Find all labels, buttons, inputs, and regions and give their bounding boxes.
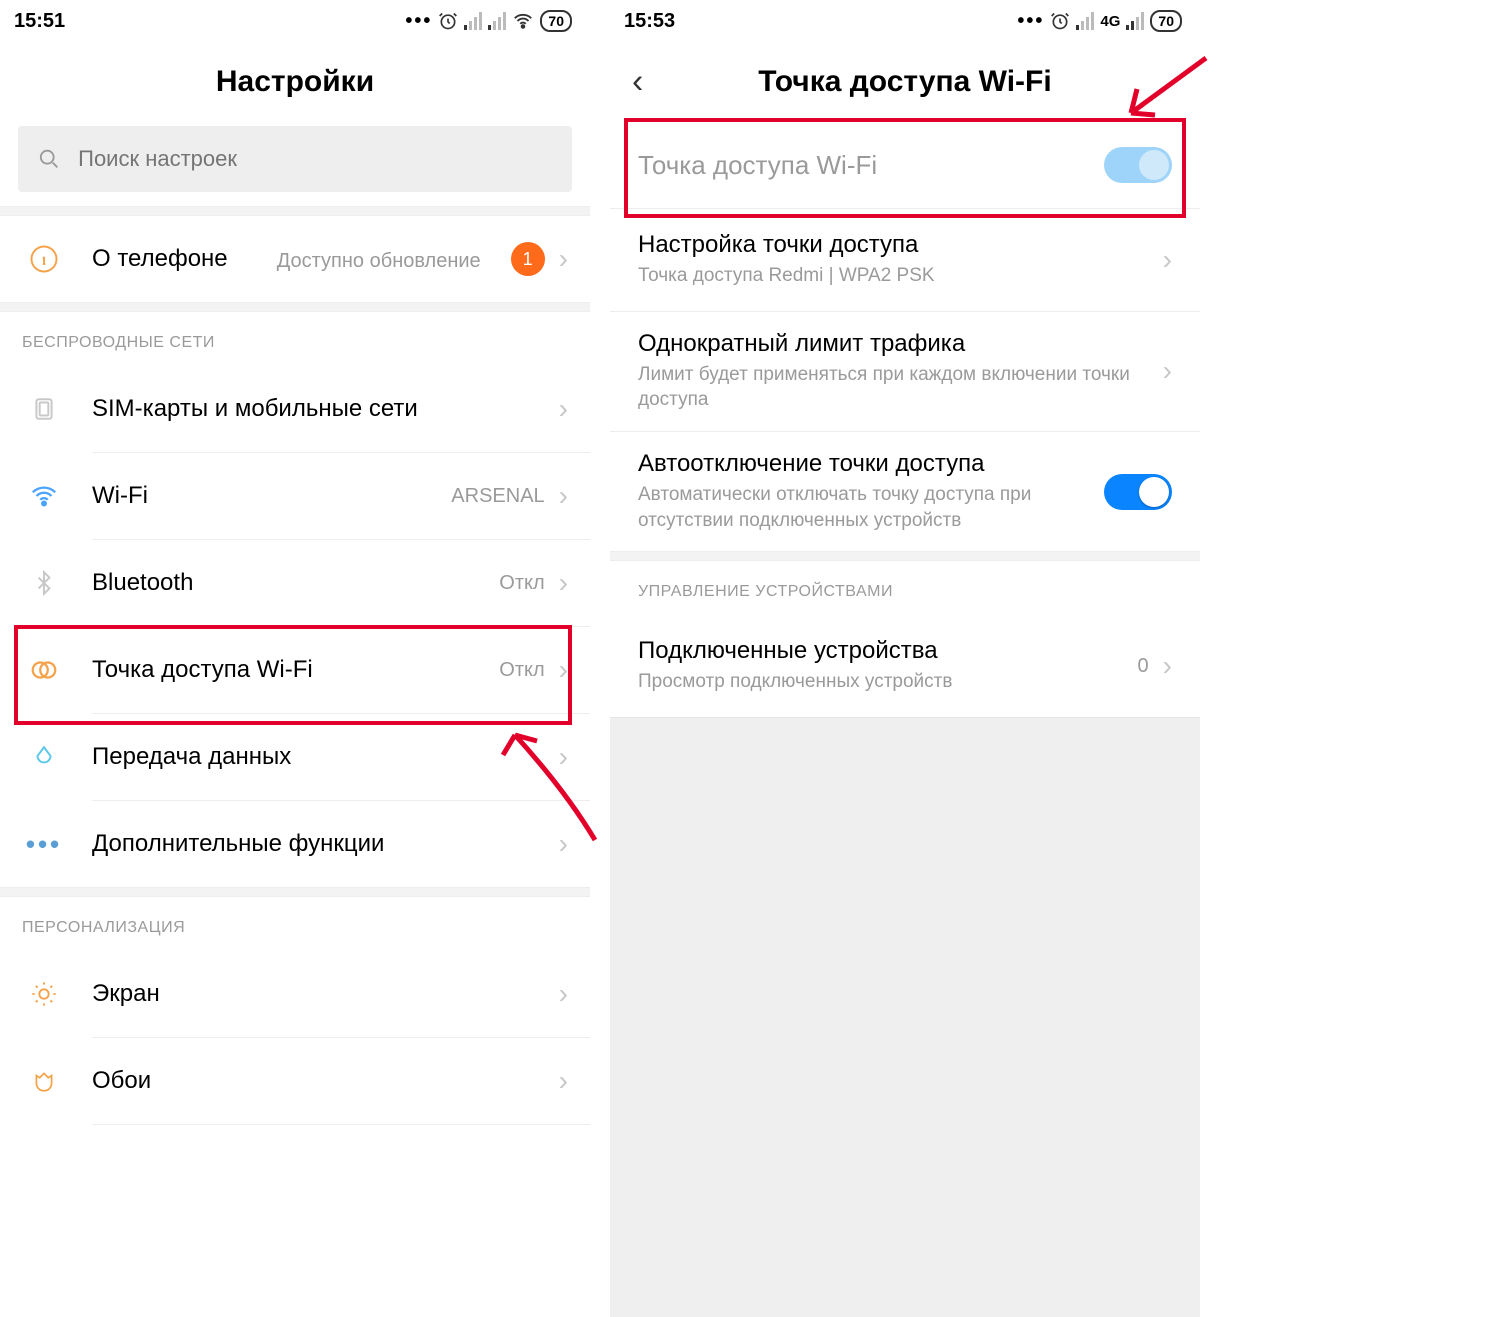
back-button[interactable]: ‹ (632, 63, 643, 102)
row-sub: Автоматически отключать точку доступа пр… (638, 482, 1092, 533)
chevron-right-icon: › (559, 978, 568, 1010)
row-sub: Лимит будет применяться при каждом включ… (638, 362, 1163, 413)
search-input[interactable] (78, 146, 552, 172)
bluetooth-row[interactable]: Bluetooth Откл › (0, 540, 590, 626)
row-label: Экран (92, 980, 559, 1008)
data-usage-row[interactable]: Передача данных › (0, 714, 590, 800)
update-badge: 1 (511, 242, 545, 276)
chevron-right-icon: › (559, 393, 568, 425)
page-title: Точка доступа Wi-Fi (758, 65, 1051, 99)
row-value: 0 (1138, 655, 1149, 678)
row-label: Точка доступа Wi-Fi (92, 656, 499, 684)
chevron-right-icon: › (559, 480, 568, 512)
search-bar[interactable] (18, 126, 572, 192)
alarm-icon (438, 11, 458, 31)
sim-icon (22, 396, 66, 422)
hotspot-config-row[interactable]: Настройка точки доступа Точка доступа Re… (610, 209, 1200, 311)
row-label: Передача данных (92, 743, 559, 771)
signal-2-icon (1126, 12, 1144, 30)
chevron-right-icon: › (559, 243, 568, 275)
tulip-icon (22, 1068, 66, 1094)
chevron-right-icon: › (1163, 650, 1172, 682)
more-icon: ••• (405, 10, 432, 33)
chevron-right-icon: › (559, 741, 568, 773)
chevron-right-icon: › (559, 567, 568, 599)
row-label: Bluetooth (92, 569, 499, 597)
bluetooth-icon (22, 570, 66, 596)
search-icon (38, 147, 60, 171)
chevron-right-icon: › (1163, 244, 1172, 276)
row-sub: Доступно обновление (277, 249, 481, 273)
row-label: Точка доступа Wi-Fi (638, 150, 1104, 181)
header: ‹ Точка доступа Wi-Fi (610, 42, 1200, 122)
display-row[interactable]: Экран › (0, 951, 590, 1037)
section-devices: УПРАВЛЕНИЕ УСТРОЙСТВАМИ (610, 561, 1200, 615)
row-label: SIM-карты и мобильные сети (92, 395, 559, 423)
row-label: О телефоне (92, 245, 277, 273)
wifi-row[interactable]: Wi-Fi ARSENAL › (0, 453, 590, 539)
network-type: 4G (1100, 13, 1120, 30)
hotspot-screen: 15:53 ••• 4G 70 ‹ Точка доступа Wi-Fi То… (610, 0, 1200, 1280)
page-title: Настройки (216, 65, 374, 99)
sun-icon (22, 980, 66, 1008)
row-value: Откл (499, 572, 544, 595)
row-label: Обои (92, 1067, 559, 1095)
empty-area (610, 717, 1200, 1317)
status-time: 15:53 (624, 10, 675, 33)
chevron-right-icon: › (1163, 355, 1172, 387)
wifi-icon (22, 481, 66, 511)
droplet-icon (22, 744, 66, 770)
row-label: Настройка точки доступа (638, 231, 1163, 259)
more-dots-icon: ••• (22, 829, 66, 860)
signal-1-icon (1076, 12, 1094, 30)
row-label: Однократный лимит трафика (638, 330, 1163, 358)
signal-1-icon (464, 12, 482, 30)
row-label: Автоотключение точки доступа (638, 450, 1092, 478)
connected-devices-row[interactable]: Подключенные устройства Просмотр подключ… (610, 615, 1200, 717)
more-icon: ••• (1017, 10, 1044, 33)
signal-2-icon (488, 12, 506, 30)
section-wireless: БЕСПРОВОДНЫЕ СЕТИ (0, 312, 590, 366)
sim-row[interactable]: SIM-карты и мобильные сети › (0, 366, 590, 452)
hotspot-icon (22, 655, 66, 685)
row-sub: Точка доступа Redmi | WPA2 PSK (638, 263, 1163, 289)
auto-disable-row[interactable]: Автоотключение точки доступа Автоматичес… (610, 432, 1200, 551)
hotspot-row[interactable]: Точка доступа Wi-Fi Откл › (0, 627, 590, 713)
chevron-right-icon: › (559, 654, 568, 686)
about-phone-row[interactable]: О телефоне Доступно обновление 1 › (0, 216, 590, 302)
wallpaper-row[interactable]: Обои › (0, 1038, 590, 1124)
more-row[interactable]: ••• Дополнительные функции › (0, 801, 590, 887)
row-sub: Просмотр подключенных устройств (638, 669, 1138, 695)
chevron-right-icon: › (559, 1065, 568, 1097)
status-bar: 15:53 ••• 4G 70 (610, 0, 1200, 42)
row-label: Wi-Fi (92, 482, 451, 510)
row-label: Подключенные устройства (638, 637, 1138, 665)
section-personalization: ПЕРСОНАЛИЗАЦИЯ (0, 897, 590, 951)
hotspot-toggle[interactable] (1104, 147, 1172, 183)
info-icon (22, 244, 66, 274)
settings-screen: 15:51 ••• 70 Настройки О телефоне Доступ… (0, 0, 590, 1280)
status-bar: 15:51 ••• 70 (0, 0, 590, 42)
battery-icon: 70 (540, 10, 572, 32)
battery-icon: 70 (1150, 10, 1182, 32)
row-value: ARSENAL (451, 485, 544, 508)
row-label: Дополнительные функции (92, 830, 559, 858)
status-icons: ••• 70 (405, 10, 572, 33)
alarm-icon (1050, 11, 1070, 31)
data-limit-row[interactable]: Однократный лимит трафика Лимит будет пр… (610, 312, 1200, 431)
status-time: 15:51 (14, 10, 65, 33)
row-value: Откл (499, 659, 544, 682)
status-icons: ••• 4G 70 (1017, 10, 1182, 33)
auto-disable-toggle[interactable] (1104, 474, 1172, 510)
hotspot-toggle-row[interactable]: Точка доступа Wi-Fi (610, 122, 1200, 208)
header: Настройки (0, 42, 590, 122)
wifi-icon (512, 10, 534, 32)
chevron-right-icon: › (559, 828, 568, 860)
